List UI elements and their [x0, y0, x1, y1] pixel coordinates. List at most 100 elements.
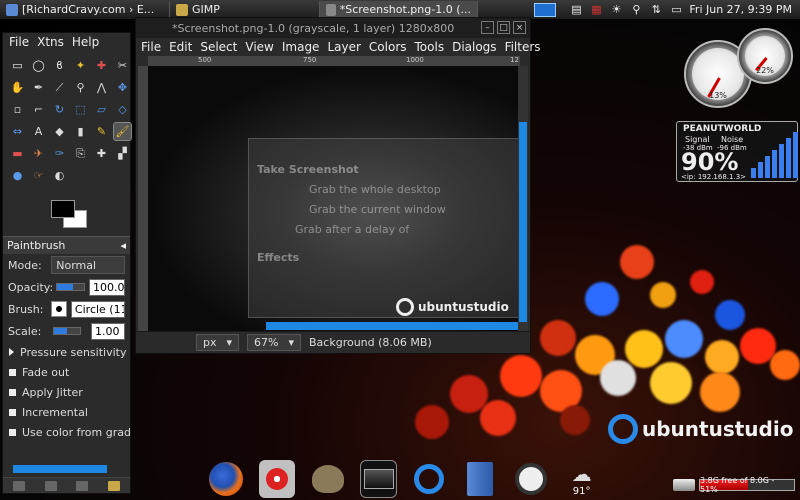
shear-icon[interactable]: ▱	[93, 101, 110, 118]
search-icon[interactable]: ⚲	[629, 3, 643, 17]
display-icon[interactable]: ▤	[569, 3, 583, 17]
media-player-launcher[interactable]	[258, 460, 296, 498]
image-menu-filters[interactable]: Filters	[505, 40, 541, 54]
smudge-icon[interactable]: ☞	[30, 167, 47, 184]
move-icon[interactable]: ✥	[114, 79, 131, 96]
screenshot-launcher[interactable]	[360, 460, 398, 498]
airbrush-icon[interactable]: ✈	[30, 145, 47, 162]
pressure-expander[interactable]: Pressure sensitivity	[3, 342, 130, 362]
align-icon[interactable]: ▫	[9, 101, 26, 118]
scale-input[interactable]: 1.00	[90, 322, 126, 340]
bucket-fill-icon[interactable]: ◆	[51, 123, 68, 140]
image-menu-file[interactable]: File	[141, 40, 161, 54]
reset-options-icon[interactable]	[108, 480, 121, 491]
clone-icon[interactable]: ⎘	[72, 145, 89, 162]
brightness-icon[interactable]: ☀	[609, 3, 623, 17]
zoom-icon[interactable]: ⚲	[72, 79, 89, 96]
checkbox-box[interactable]	[9, 408, 16, 416]
maximize-button[interactable]: □	[497, 21, 510, 34]
network-icon[interactable]: ⇅	[649, 3, 663, 17]
brush-name[interactable]: Circle (11)	[70, 300, 125, 318]
quit-launcher[interactable]	[512, 460, 549, 498]
scale-icon[interactable]: ⬚	[72, 101, 89, 118]
image-menu-image[interactable]: Image	[282, 40, 320, 54]
gimp-launcher[interactable]	[309, 460, 346, 498]
wifi-widget[interactable]: PEANUTWORLD Signal Noise -38 dBm -96 dBm…	[676, 121, 798, 182]
vertical-scrollbar[interactable]	[518, 66, 528, 332]
image-menu-layer[interactable]: Layer	[327, 40, 360, 54]
scissors-icon[interactable]: ✂	[114, 57, 131, 74]
toolbox-menu-xtns[interactable]: Xtns	[37, 35, 64, 49]
clock[interactable]: Fri Jun 27, 9:39 PM	[689, 3, 792, 16]
paths-icon[interactable]: ✒	[30, 79, 47, 96]
checkbox-box[interactable]	[9, 388, 16, 396]
lasso-icon[interactable]: ϐ	[51, 57, 68, 74]
flip-icon[interactable]: ⇔	[9, 123, 26, 140]
weather-widget[interactable]: ☁ 91°	[563, 460, 600, 498]
color-picker-icon[interactable]: ⟋	[51, 79, 68, 96]
measure-icon[interactable]: ⋀	[93, 79, 110, 96]
image-canvas[interactable]: Take Screenshot Grab the whole desktop G…	[148, 66, 520, 332]
horizontal-scrollbar[interactable]	[266, 322, 518, 330]
zoom-select[interactable]: 67% ▾	[247, 334, 302, 351]
minimize-button[interactable]: –	[481, 21, 494, 34]
paintbrush-icon[interactable]: 🖌	[113, 122, 132, 141]
crop-icon[interactable]: ⌐	[30, 101, 47, 118]
toolbox-menu-file[interactable]: File	[9, 35, 29, 49]
scale-slider[interactable]	[52, 327, 81, 335]
save-options-icon[interactable]	[12, 480, 25, 491]
ink-icon[interactable]: ✑	[51, 145, 68, 162]
ubuntustudio-launcher[interactable]	[411, 460, 448, 498]
rect-select-icon[interactable]: ▭	[9, 57, 26, 74]
toolbox-menu-help[interactable]: Help	[72, 35, 99, 49]
checkbox-box[interactable]	[9, 368, 16, 376]
taskbar-item-screenshot[interactable]: *Screenshot.png-1.0 (...	[320, 0, 478, 19]
image-menu-edit[interactable]: Edit	[169, 40, 192, 54]
image-menu-tools[interactable]: Tools	[415, 40, 445, 54]
perspective-icon[interactable]: ◇	[114, 101, 131, 118]
firefox-launcher[interactable]	[208, 460, 245, 498]
eraser-icon[interactable]: ▬	[9, 145, 26, 162]
restore-options-icon[interactable]	[44, 480, 57, 491]
rotate-icon[interactable]: ↻	[51, 101, 68, 118]
image-menu-colors[interactable]: Colors	[369, 40, 407, 54]
image-menu-view[interactable]: View	[245, 40, 273, 54]
workspace-switcher[interactable]	[534, 2, 556, 17]
scroll-thumb[interactable]	[519, 122, 527, 322]
taskbar-item-gimp[interactable]: GIMP	[170, 0, 320, 19]
fuzzy-select-icon[interactable]: ✦	[72, 57, 89, 74]
vertical-ruler[interactable]	[138, 66, 148, 332]
checkbox-box[interactable]	[9, 428, 16, 436]
tab-menu-icon[interactable]: ◂	[120, 239, 126, 252]
opacity-slider[interactable]	[56, 283, 85, 291]
heal-icon[interactable]: ✚	[93, 145, 110, 162]
foreground-color[interactable]	[51, 200, 75, 218]
image-menu-dialogs[interactable]: Dialogs	[452, 40, 496, 54]
checkbox-use-color-from-gradient[interactable]: Use color from gradient	[3, 422, 130, 442]
dodge-burn-icon[interactable]: ◐	[51, 167, 68, 184]
foreground-select-icon[interactable]: ✋	[9, 79, 26, 96]
brush-preview[interactable]	[51, 301, 67, 317]
ellipse-select-icon[interactable]: ◯	[30, 57, 47, 74]
pencil-icon[interactable]: ✎	[93, 123, 110, 140]
battery-icon[interactable]: ▭	[669, 3, 683, 17]
blur-icon[interactable]: ●	[9, 167, 26, 184]
horizontal-ruler[interactable]: 500 750 1000 12	[148, 56, 520, 66]
checkbox-incremental[interactable]: Incremental	[3, 402, 130, 422]
flag-icon[interactable]: ▦	[589, 3, 603, 17]
unit-select[interactable]: px ▾	[196, 334, 240, 351]
memory-gauge[interactable]: 22%	[737, 28, 793, 84]
taskbar-item-browser[interactable]: [RichardCravy.com › E...	[0, 0, 170, 19]
color-select-icon[interactable]: ✚	[93, 57, 110, 74]
blend-icon[interactable]: ▮	[72, 123, 89, 140]
image-menu-select[interactable]: Select	[200, 40, 237, 54]
opacity-input[interactable]: 100.0	[89, 278, 125, 296]
mode-select[interactable]: Normal	[51, 256, 125, 274]
text-icon[interactable]: A	[30, 123, 47, 140]
checkbox-apply-jitter[interactable]: Apply Jitter	[3, 382, 130, 402]
files-launcher[interactable]	[462, 460, 499, 498]
checkbox-fade-out[interactable]: Fade out	[3, 362, 130, 382]
disk-usage-widget[interactable]: 3.8G free of 8.0G - 51%	[673, 474, 797, 496]
perspective-clone-icon[interactable]: ▞	[114, 145, 131, 162]
delete-options-icon[interactable]	[76, 480, 89, 491]
